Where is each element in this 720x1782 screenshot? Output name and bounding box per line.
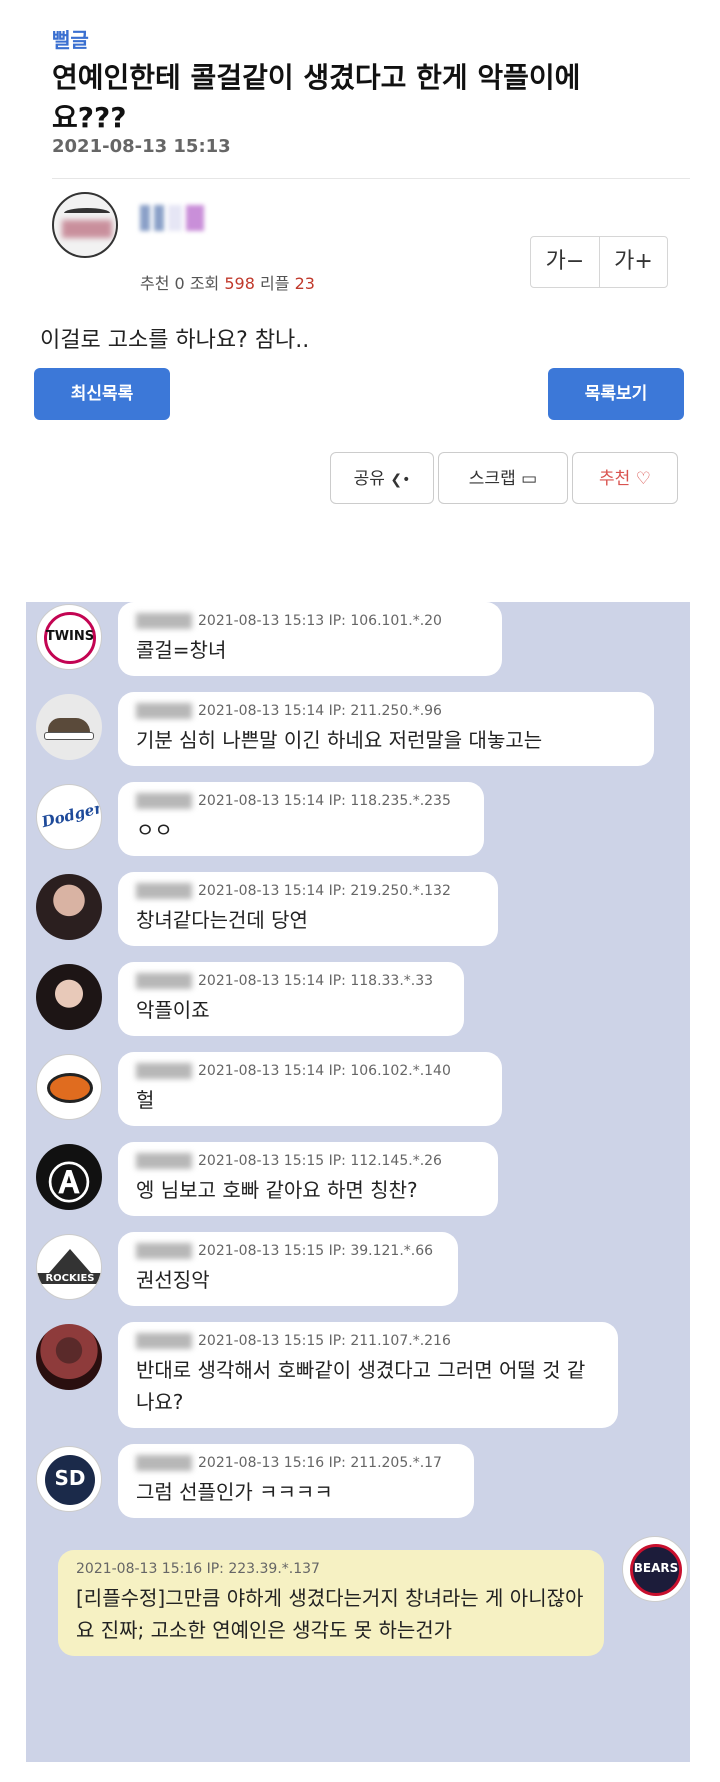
share-icon: ❮•: [390, 472, 411, 488]
avatar: TWINS: [36, 604, 102, 670]
post-body: 이걸로 고소를 하나요? 참나..: [40, 328, 310, 353]
comment-text: 헐: [136, 1088, 155, 1112]
comment-bubble: 2021-08-13 15:13 IP: 106.101.*.20 콜걸=창녀: [118, 602, 502, 676]
comment-bubble: 2021-08-13 15:15 IP: 112.145.*.26 엥 님보고 …: [118, 1142, 498, 1216]
avatar: [36, 1054, 102, 1120]
avatar: [36, 874, 102, 940]
comment-text: 권선징악: [136, 1268, 210, 1292]
views-count: 598: [224, 274, 255, 293]
comment-text: 창녀같다는건데 당연: [136, 908, 308, 932]
avatar: SD: [36, 1446, 102, 1512]
comment-text: 콜걸=창녀: [136, 638, 227, 662]
share-button[interactable]: 공유 ❮•: [330, 452, 434, 504]
post-title: 연예인한테 콜걸같이 생겼다고 한게 악플이에요???: [52, 61, 581, 134]
latest-list-button[interactable]: 최신목록: [34, 368, 170, 420]
comment-meta: 2021-08-13 15:14 IP: 118.33.*.33: [136, 972, 446, 990]
scrap-button[interactable]: 스크랩 ▭: [438, 452, 568, 504]
avatar: BEARS: [622, 1536, 688, 1602]
recommend-button[interactable]: 추천 ♡: [572, 452, 678, 504]
comment-bubble: 2021-08-13 15:14 IP: 118.33.*.33 악플이죠: [118, 962, 464, 1036]
share-label: 공유: [353, 469, 385, 489]
comment-meta: 2021-08-13 15:16 IP: 211.205.*.17: [136, 1454, 456, 1472]
views-label: 조회: [189, 274, 220, 293]
font-size-controls: 가− 가+: [530, 236, 668, 288]
header-divider: [52, 178, 690, 179]
comment-meta: 2021-08-13 15:13 IP: 106.101.*.20: [136, 612, 484, 630]
replies-count: 23: [294, 274, 315, 293]
avatar: [36, 1324, 102, 1390]
comment-meta: 2021-08-13 15:14 IP: 211.250.*.96: [136, 702, 636, 720]
view-list-button[interactable]: 목록보기: [548, 368, 684, 420]
avatar: Ⓐ: [36, 1144, 102, 1210]
font-decrease-button[interactable]: 가−: [531, 237, 599, 287]
comment-meta: 2021-08-13 15:15 IP: 211.107.*.216: [136, 1332, 600, 1350]
heart-icon: ♡: [635, 469, 651, 489]
avatar: [36, 694, 102, 760]
scrap-label: 스크랩: [468, 469, 516, 489]
comment-bubble: 2021-08-13 15:14 IP: 106.102.*.140 헐: [118, 1052, 502, 1126]
post-stats: 추천 0 조회 598 리플 23: [140, 270, 315, 294]
comment-text: 기분 심히 나쁜말 이긴 하네요 저런말을 대놓고는: [136, 728, 543, 752]
rec-count: 0: [174, 274, 185, 293]
avatar: ROCKIES: [36, 1234, 102, 1300]
replies-label: 리플: [260, 274, 290, 293]
comment-bubble: 2021-08-13 15:16 IP: 211.205.*.17 그럼 선플인…: [118, 1444, 474, 1518]
comment-meta: 2021-08-13 15:15 IP: 39.121.*.66: [136, 1242, 440, 1260]
post-date: 2021-08-13 15:13: [52, 136, 231, 157]
recommend-label: 추천: [599, 469, 631, 489]
post-category[interactable]: 뻘글: [52, 24, 89, 53]
comment-text: 그럼 선플인가 ㅋㅋㅋㅋ: [136, 1480, 333, 1504]
comment-text: 반대로 생각해서 호빠같이 생겼다고 그러면 어떨 것 같나요?: [136, 1358, 586, 1414]
comment-bubble: 2021-08-13 15:14 IP: 219.250.*.132 창녀같다는…: [118, 872, 498, 946]
comment-text: 악플이죠: [136, 998, 210, 1022]
comment-bubble: 2021-08-13 15:15 IP: 211.107.*.216 반대로 생…: [118, 1322, 618, 1428]
avatar: Dodgers: [36, 784, 102, 850]
rec-label: 추천: [140, 274, 170, 293]
comment-bubble: 2021-08-13 15:15 IP: 39.121.*.66 권선징악: [118, 1232, 458, 1306]
comment-text: 엥 님보고 호빠 같아요 하면 칭찬?: [136, 1178, 418, 1202]
comment-bubble: 2021-08-13 15:14 IP: 211.250.*.96 기분 심히 …: [118, 692, 654, 766]
comment-text: [리플수정]그만큼 야하게 생겼다는거지 창녀라는 게 아니잖아요 진짜; 고소…: [76, 1586, 584, 1642]
comment-screenshot: TWINS 2021-08-13 15:13 IP: 106.101.*.20 …: [26, 602, 690, 1762]
comment-meta: 2021-08-13 15:15 IP: 112.145.*.26: [136, 1152, 480, 1170]
comment-text: ㅇㅇ: [136, 818, 173, 842]
comment-meta: 2021-08-13 15:14 IP: 118.235.*.235: [136, 792, 466, 810]
my-comment-bubble: 2021-08-13 15:16 IP: 223.39.*.137 [리플수정]…: [58, 1550, 604, 1656]
comment-meta: 2021-08-13 15:16 IP: 223.39.*.137: [76, 1561, 320, 1577]
avatar: [36, 964, 102, 1030]
author-name-blurred[interactable]: [140, 205, 250, 245]
scrap-icon: ▭: [521, 469, 538, 489]
comment-bubble: 2021-08-13 15:14 IP: 118.235.*.235 ㅇㅇ: [118, 782, 484, 856]
author-avatar[interactable]: [52, 192, 118, 258]
comment-meta: 2021-08-13 15:14 IP: 106.102.*.140: [136, 1062, 484, 1080]
comment-meta: 2021-08-13 15:14 IP: 219.250.*.132: [136, 882, 480, 900]
font-increase-button[interactable]: 가+: [599, 237, 667, 287]
